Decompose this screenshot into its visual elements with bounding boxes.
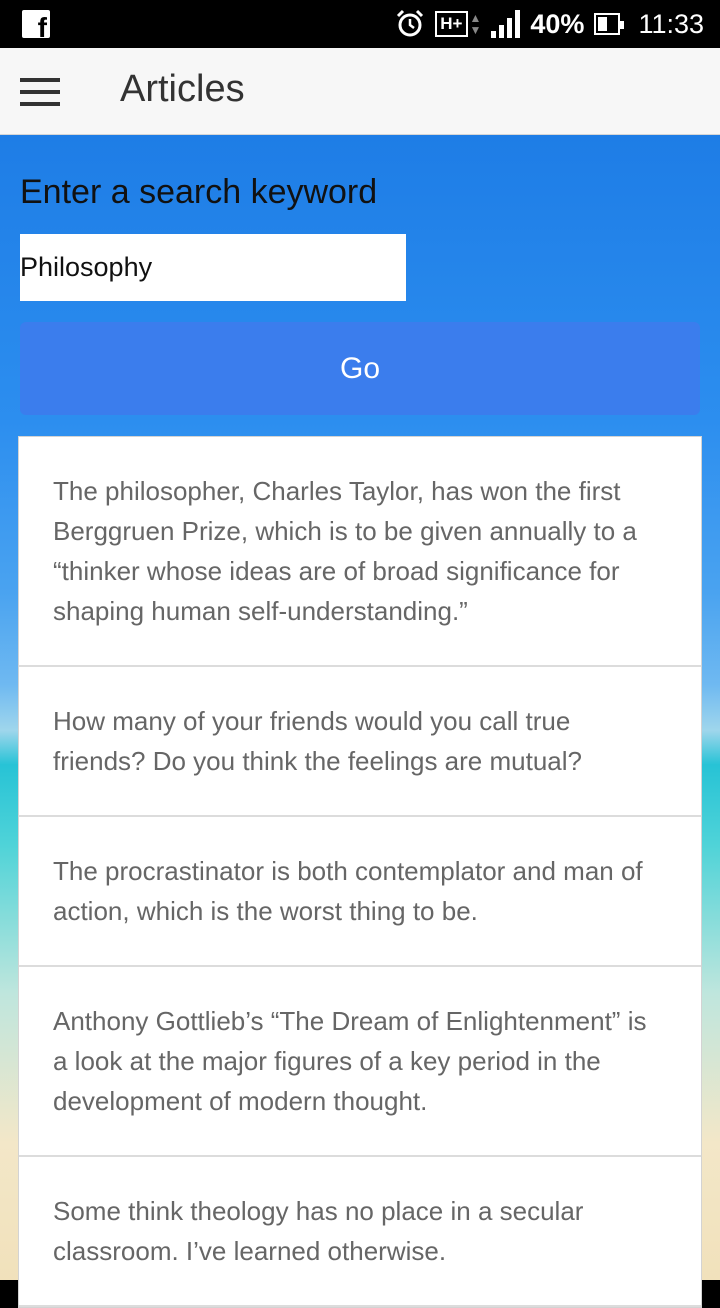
main-content: Enter a search keyword Go The philosophe… bbox=[0, 135, 720, 1308]
search-input[interactable] bbox=[20, 234, 406, 301]
facebook-icon: f bbox=[22, 10, 50, 42]
article-item[interactable]: The procrastinator is both contemplator … bbox=[19, 817, 701, 967]
data-arrows-icon: ▲ ▼ bbox=[469, 11, 482, 37]
battery-percent: 40% bbox=[530, 8, 585, 39]
article-item[interactable]: Anthony Gottlieb’s “The Dream of Enlight… bbox=[19, 967, 701, 1157]
hplus-icon: H+ bbox=[435, 11, 468, 37]
battery-icon bbox=[594, 13, 625, 35]
page-title: Articles bbox=[120, 68, 245, 110]
status-icons: H+ ▲ ▼ 40% 11:33 bbox=[395, 0, 704, 48]
article-item[interactable]: How many of your friends would you call … bbox=[19, 667, 701, 817]
hamburger-menu-icon[interactable] bbox=[20, 78, 60, 106]
article-list: The philosopher, Charles Taylor, has won… bbox=[18, 436, 702, 1308]
article-item[interactable]: The philosopher, Charles Taylor, has won… bbox=[19, 437, 701, 667]
article-item[interactable]: Some think theology has no place in a se… bbox=[19, 1157, 701, 1307]
app-bar: Articles bbox=[0, 48, 720, 135]
alarm-icon bbox=[397, 9, 424, 37]
status-bar: f H+ ▲ ▼ 40% 11:33 bbox=[0, 0, 720, 48]
signal-icon bbox=[491, 10, 521, 38]
search-label: Enter a search keyword bbox=[20, 173, 378, 211]
go-button[interactable]: Go bbox=[20, 322, 700, 415]
clock: 11:33 bbox=[638, 8, 704, 39]
